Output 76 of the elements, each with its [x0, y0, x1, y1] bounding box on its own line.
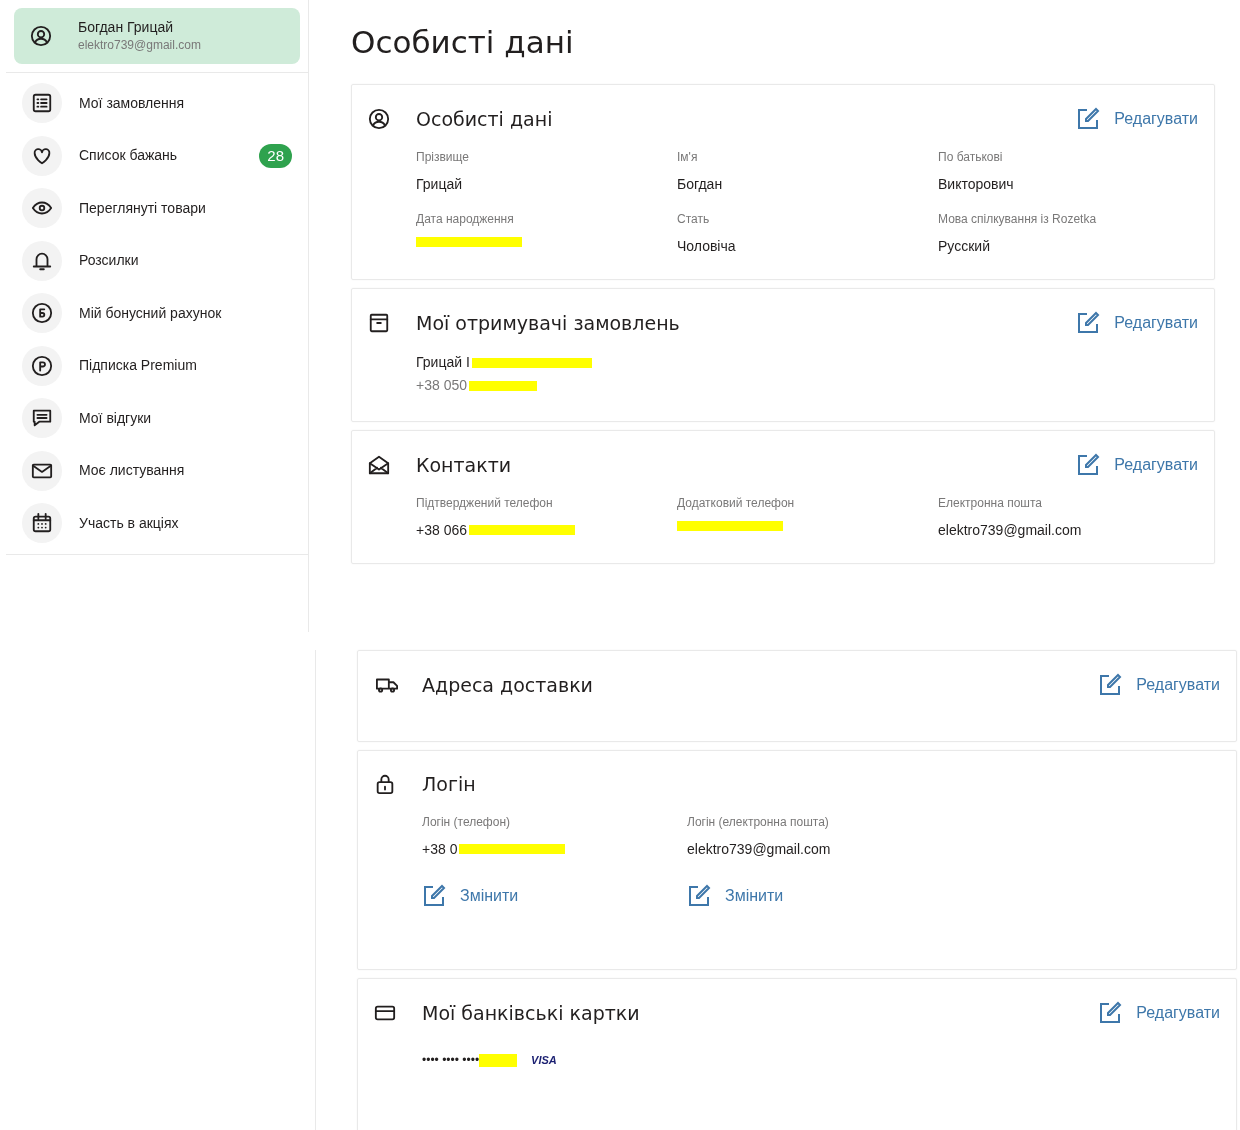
profile-item[interactable]: Богдан Грицай elektro739@gmail.com [14, 8, 300, 64]
edit-icon [1076, 107, 1101, 131]
field-label: Електронна пошта [938, 495, 1043, 511]
sidebar-item[interactable]: Розсилки [6, 234, 308, 287]
profile-email: elektro739@gmail.com [78, 37, 201, 54]
sidebar-item-label: Підписка Premium [79, 356, 197, 376]
field-label: По батькові [938, 149, 1004, 165]
lock-icon [374, 773, 396, 796]
sidebar-item-label: Моє листування [79, 461, 185, 481]
field-label: Додатковий телефон [677, 495, 796, 511]
field-label: Підтверджений телефон [416, 495, 554, 511]
edit-link[interactable]: Редагувати [1076, 453, 1198, 477]
profile-name: Богдан Грицай [78, 18, 175, 36]
field-label: Стать [677, 211, 711, 227]
archive-box-icon [368, 312, 390, 334]
recipient-text: +38 050 [416, 376, 467, 395]
user-icon [30, 25, 52, 47]
section-title: Контакти [416, 453, 512, 477]
sidebar-item[interactable]: Список бажань 28 [6, 129, 308, 182]
section-title: Мої банківські картки [422, 1001, 640, 1025]
field-label: Дата народження [416, 211, 515, 227]
page-title: Особисті дані [351, 23, 575, 62]
edit-icon [1098, 1001, 1123, 1025]
field-value: +38 0 [422, 839, 458, 858]
edit-link[interactable]: Редагувати [1098, 673, 1220, 697]
sidebar-item[interactable]: Моє листування [6, 444, 308, 497]
change-link[interactable]: Змінити [687, 883, 952, 908]
sidebar-item-label: Мої відгуки [79, 408, 152, 428]
card-brand: VISA [531, 1052, 557, 1068]
section-title: Мої отримувачі замовлень [416, 311, 680, 335]
field-value: Грицай [416, 175, 463, 193]
sidebar-item[interactable]: Переглянуті товари [6, 182, 308, 235]
calendar-icon [31, 512, 53, 535]
sidebar-item-label: Мій бонусний рахунок [79, 303, 222, 323]
field-label: Прізвище [416, 149, 470, 165]
edit-icon [1076, 311, 1101, 335]
edit-icon [687, 883, 711, 908]
count-badge: 28 [259, 143, 292, 168]
section-title: Особисті дані [416, 107, 553, 131]
field-value: Чоловіча [677, 237, 736, 255]
sidebar-item[interactable]: Мої відгуки [6, 392, 308, 445]
edit-link[interactable]: Редагувати [1098, 1001, 1220, 1025]
card-number: •••• •••• •••• [422, 1052, 480, 1069]
sidebar-item[interactable]: Підписка Premium [6, 339, 308, 392]
sidebar-item-label: Мої замовлення [79, 93, 185, 113]
edit-icon [1098, 673, 1123, 697]
field-label: Логін (телефон) [422, 813, 512, 830]
user-icon [368, 108, 390, 130]
field-value: elektro739@gmail.com [687, 839, 831, 858]
sidebar-item-label: Розсилки [79, 251, 139, 271]
sidebar-item[interactable]: Мої замовлення [6, 77, 308, 130]
field-label: Мова спілкування із Rozetka [938, 211, 1098, 227]
change-link[interactable]: Змінити [422, 883, 687, 908]
bonus-coin-icon [31, 302, 53, 325]
recipient-text: Грицай І [416, 353, 470, 372]
sidebar-item[interactable]: Участь в акціях [6, 497, 308, 550]
edit-link[interactable]: Редагувати [1076, 107, 1198, 131]
section-title: Логін [422, 773, 476, 796]
field-value: Викторович [938, 175, 1014, 193]
field-value: elektro739@gmail.com [938, 521, 1082, 539]
sidebar-item[interactable]: Мій бонусний рахунок [6, 287, 308, 340]
field-value: Богдан [677, 175, 723, 193]
premium-coin-icon [31, 354, 53, 377]
edit-icon [422, 883, 446, 908]
open-envelope-icon [368, 454, 390, 476]
sidebar-item-label: Переглянуті товари [79, 198, 206, 218]
edit-link[interactable]: Редагувати [1076, 311, 1198, 335]
field-label: Логін (електронна пошта) [687, 813, 830, 830]
field-value: +38 066 [416, 521, 467, 539]
sidebar-item-label: Участь в акціях [79, 513, 179, 533]
field-label: Ім'я [677, 149, 699, 165]
section-title: Адреса доставки [422, 673, 593, 697]
list-icon [31, 92, 53, 115]
sidebar-item-label: Список бажань [79, 146, 178, 166]
field-value: Русский [938, 237, 990, 255]
edit-icon [1076, 453, 1101, 477]
